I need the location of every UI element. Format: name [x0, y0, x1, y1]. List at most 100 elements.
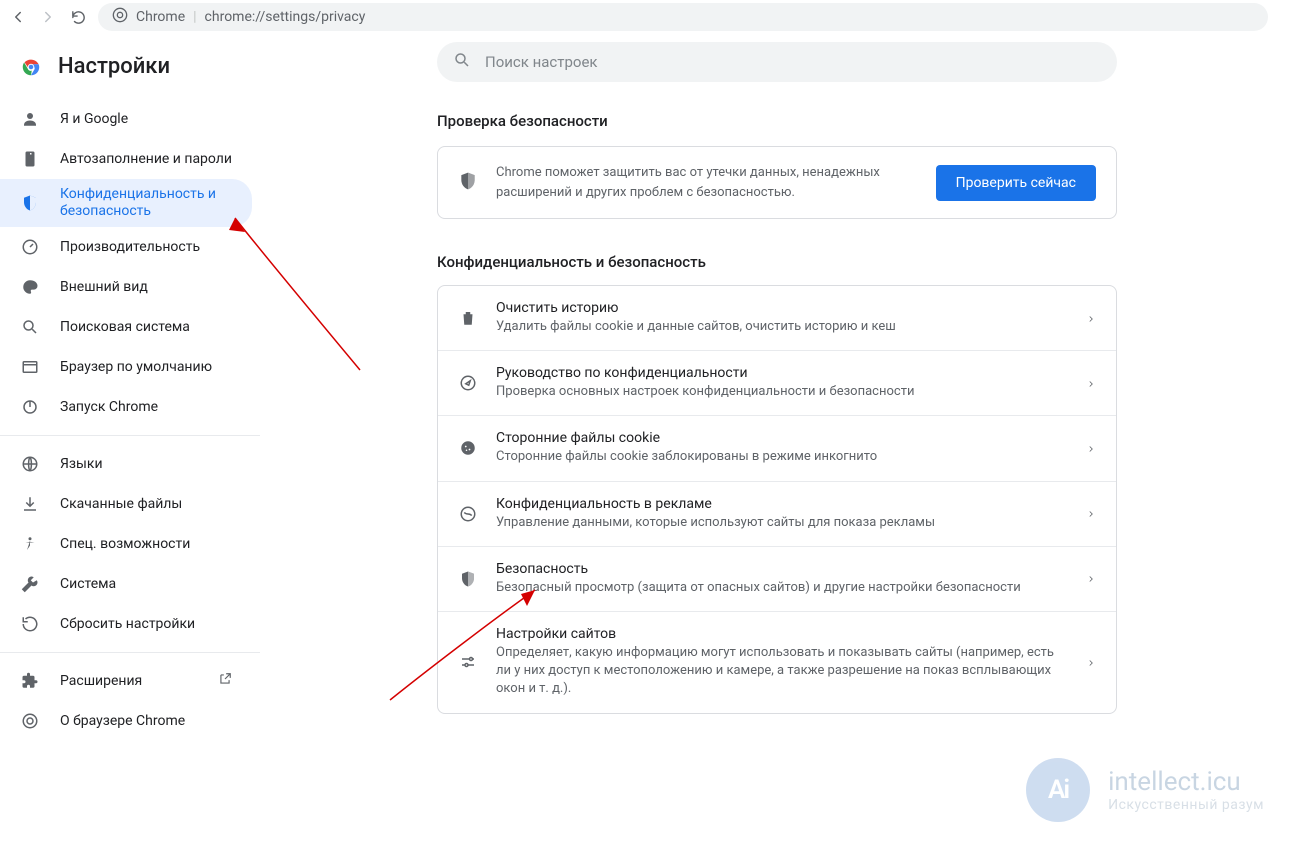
sidebar-item-label: Конфиденциальность и безопасность	[60, 186, 232, 220]
sidebar-item-label: Скачанные файлы	[60, 496, 232, 512]
palette-icon	[20, 277, 40, 297]
address-bar[interactable]: Chrome | chrome://settings/privacy	[98, 3, 1268, 31]
sidebar-divider	[0, 435, 260, 436]
sidebar-item-label: Браузер по умолчанию	[60, 359, 232, 375]
sidebar-item-label: Сбросить настройки	[60, 616, 232, 632]
sidebar-item-languages[interactable]: Языки	[0, 444, 252, 484]
power-icon	[20, 397, 40, 417]
sidebar-item-accessibility[interactable]: Спец. возможности	[0, 524, 252, 564]
sidebar-item-label: Производительность	[60, 239, 232, 255]
row-subtitle: Безопасный просмотр (защита от опасных с…	[496, 579, 1068, 597]
sidebar-item-label: Поисковая система	[60, 319, 232, 335]
sidebar-title: Настройки	[58, 54, 170, 79]
privacy-section-heading: Конфиденциальность и безопасность	[437, 253, 1117, 271]
person-icon	[20, 109, 40, 129]
chrome-outline-icon	[20, 711, 40, 731]
row-site-settings[interactable]: Настройки сайтов Определяет, какую инфор…	[438, 611, 1116, 713]
sidebar-header: Настройки	[0, 48, 260, 99]
search-icon	[20, 317, 40, 337]
shield-icon	[20, 193, 40, 213]
shield-half-icon	[458, 569, 478, 589]
back-icon[interactable]	[8, 7, 28, 27]
sidebar-item-label: Внешний вид	[60, 279, 232, 295]
watermark: Ai intellect.icu Искусственный разум	[1026, 758, 1264, 822]
row-privacy-guide[interactable]: Руководство по конфиденциальности Провер…	[438, 350, 1116, 415]
safety-check-heading: Проверка безопасности	[437, 112, 1117, 130]
speedometer-icon	[20, 237, 40, 257]
sidebar-divider	[0, 652, 260, 653]
sidebar-item-label: Расширения	[60, 673, 192, 689]
globe-icon	[20, 454, 40, 474]
sidebar-item-performance[interactable]: Производительность	[0, 227, 252, 267]
row-title: Очистить историю	[496, 300, 1068, 316]
search-icon	[453, 51, 471, 73]
settings-search[interactable]	[437, 42, 1117, 82]
clipboard-icon	[20, 149, 40, 169]
watermark-title: intellect.icu	[1108, 767, 1264, 797]
row-security[interactable]: Безопасность Безопасный просмотр (защита…	[438, 546, 1116, 611]
omnibox-url: chrome://settings/privacy	[205, 9, 366, 25]
sidebar-item-label: Система	[60, 576, 232, 592]
sidebar-item-autofill[interactable]: Автозаполнение и пароли	[0, 139, 252, 179]
row-title: Руководство по конфиденциальности	[496, 365, 1068, 381]
sidebar-item-reset[interactable]: Сбросить настройки	[0, 604, 252, 644]
chevron-right-icon	[1086, 374, 1096, 393]
safety-check-description: Chrome поможет защитить вас от утечки да…	[496, 163, 918, 202]
sidebar-item-label: Языки	[60, 456, 232, 472]
extension-icon	[20, 671, 40, 691]
sidebar-item-extensions[interactable]: Расширения	[0, 661, 252, 701]
sidebar-item-label: О браузере Chrome	[60, 713, 232, 729]
row-title: Конфиденциальность в рекламе	[496, 496, 1068, 512]
sidebar-item-default-browser[interactable]: Браузер по умолчанию	[0, 347, 252, 387]
reload-icon[interactable]	[68, 7, 88, 27]
window-icon	[20, 357, 40, 377]
watermark-subtitle: Искусственный разум	[1108, 797, 1264, 813]
forward-icon[interactable]	[38, 7, 58, 27]
privacy-list: Очистить историю Удалить файлы cookie и …	[437, 285, 1117, 714]
sidebar-item-label: Запуск Chrome	[60, 399, 232, 415]
shield-icon	[458, 171, 478, 195]
settings-search-input[interactable]	[485, 53, 1101, 71]
sidebar-item-label: Спец. возможности	[60, 536, 232, 552]
chevron-right-icon	[1086, 653, 1096, 672]
row-cookies[interactable]: Сторонние файлы cookie Сторонние файлы c…	[438, 415, 1116, 480]
sidebar-item-privacy[interactable]: Конфиденциальность и безопасность	[0, 179, 252, 227]
sidebar-item-appearance[interactable]: Внешний вид	[0, 267, 252, 307]
row-ad-privacy[interactable]: Конфиденциальность в рекламе Управление …	[438, 481, 1116, 546]
row-title: Сторонние файлы cookie	[496, 430, 1068, 446]
chrome-logo-icon	[20, 56, 42, 78]
main-content: Проверка безопасности Chrome поможет защ…	[260, 34, 1294, 741]
row-subtitle: Определяет, какую информацию могут испол…	[496, 644, 1068, 699]
sidebar-item-search-engine[interactable]: Поисковая система	[0, 307, 252, 347]
cookie-icon	[458, 438, 478, 458]
sidebar-item-on-startup[interactable]: Запуск Chrome	[0, 387, 252, 427]
sidebar-item-system[interactable]: Система	[0, 564, 252, 604]
chevron-right-icon	[1086, 309, 1096, 328]
sidebar-item-label: Я и Google	[60, 111, 232, 127]
sidebar: Настройки Я и Google Автозаполнение и па…	[0, 34, 260, 741]
row-clear-browsing-data[interactable]: Очистить историю Удалить файлы cookie и …	[438, 286, 1116, 350]
row-title: Безопасность	[496, 561, 1068, 577]
chrome-favicon-icon	[112, 7, 128, 27]
sidebar-item-about[interactable]: О браузере Chrome	[0, 701, 252, 741]
chevron-right-icon	[1086, 504, 1096, 523]
sidebar-item-you-and-google[interactable]: Я и Google	[0, 99, 252, 139]
row-subtitle: Управление данными, которые используют с…	[496, 514, 1068, 532]
row-subtitle: Проверка основных настроек конфиденциаль…	[496, 383, 1068, 401]
wrench-icon	[20, 574, 40, 594]
omnibox-origin: Chrome	[136, 9, 185, 25]
tune-icon	[458, 652, 478, 672]
watermark-logo-icon: Ai	[1026, 758, 1090, 822]
sidebar-item-downloads[interactable]: Скачанные файлы	[0, 484, 252, 524]
restore-icon	[20, 614, 40, 634]
row-subtitle: Сторонние файлы cookie заблокированы в р…	[496, 448, 1068, 466]
accessibility-icon	[20, 534, 40, 554]
external-link-icon	[218, 672, 232, 690]
row-subtitle: Удалить файлы cookie и данные сайтов, оч…	[496, 318, 1068, 336]
compass-icon	[458, 373, 478, 393]
chevron-right-icon	[1086, 439, 1096, 458]
ads-icon	[458, 504, 478, 524]
check-now-button[interactable]: Проверить сейчас	[936, 165, 1096, 201]
row-title: Настройки сайтов	[496, 626, 1068, 642]
browser-toolbar: Chrome | chrome://settings/privacy	[0, 0, 1294, 34]
